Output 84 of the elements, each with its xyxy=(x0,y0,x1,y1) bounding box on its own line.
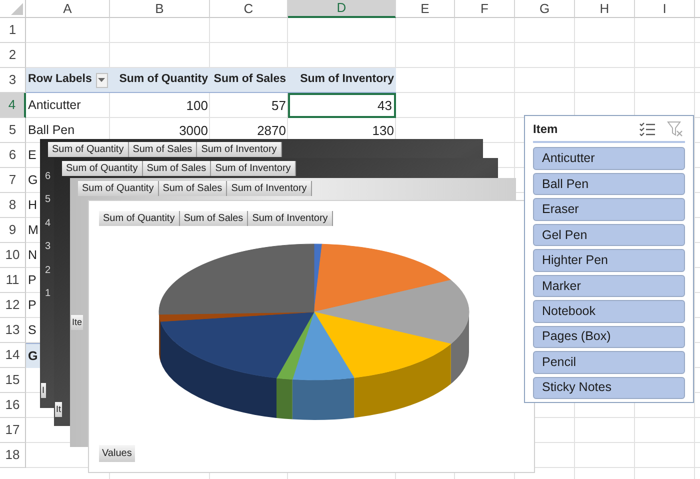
field-button[interactable]: Sum of Sales xyxy=(180,211,248,226)
field-button[interactable]: Sum of Inventory xyxy=(227,181,312,196)
slicer-item[interactable]: Ball Pen xyxy=(533,172,685,196)
column-header: D xyxy=(288,0,396,18)
slicer-item[interactable]: Marker xyxy=(533,274,685,298)
row-number: 2 xyxy=(0,43,26,68)
row-number: 16 xyxy=(0,393,26,418)
row-number: 17 xyxy=(0,418,26,443)
caret-icon xyxy=(98,78,106,82)
column-header: C xyxy=(210,0,288,18)
column-header: G xyxy=(515,0,575,18)
row-label: P xyxy=(27,272,38,290)
field-button[interactable]: Ite xyxy=(71,315,84,330)
field-button[interactable]: Sum of Sales xyxy=(128,142,198,157)
axis-label: 3 xyxy=(45,241,51,254)
field-button[interactable]: Sum of Quantity xyxy=(78,181,159,196)
row-label: Anticutter xyxy=(27,97,82,114)
field-button[interactable]: Sum of Quantity xyxy=(48,142,129,157)
slicer-item[interactable]: Gel Pen xyxy=(533,224,685,246)
row-number: 6 xyxy=(0,143,26,168)
row-number: 1 xyxy=(0,18,26,43)
column-header: B xyxy=(110,0,210,18)
field-button[interactable]: I xyxy=(41,383,46,398)
table-cell-text: 130 xyxy=(371,122,395,140)
row-number: 12 xyxy=(0,293,26,318)
row-number: 18 xyxy=(0,443,26,468)
filter-dropdown[interactable] xyxy=(96,72,108,88)
row-label: Ball Pen xyxy=(27,122,76,140)
axis-label: 2 xyxy=(45,264,51,277)
row-label: M xyxy=(27,222,40,240)
row-number: 13 xyxy=(0,318,26,343)
column-header: A xyxy=(26,0,110,18)
slicer-item[interactable]: Pencil xyxy=(533,351,685,374)
slicer-item[interactable]: Eraser xyxy=(533,198,685,221)
row-number: 15 xyxy=(0,368,26,393)
row-label: S xyxy=(27,322,38,340)
field-button[interactable]: Sum of Inventory xyxy=(248,211,333,226)
row-number: 4 xyxy=(0,93,26,118)
row-number: 7 xyxy=(0,168,26,193)
column-heading: Sum of Inventory xyxy=(288,68,396,93)
row-label: H xyxy=(27,197,38,214)
column-header: I xyxy=(635,0,695,18)
row-number: 9 xyxy=(0,218,26,243)
row-number: 11 xyxy=(0,268,26,293)
row-label: G xyxy=(26,343,40,368)
slicer-item[interactable]: Highter Pen xyxy=(533,249,685,272)
field-button[interactable]: Sum of Sales xyxy=(158,181,228,196)
slicer-item[interactable]: Notebook xyxy=(533,300,685,323)
row-number: 3 xyxy=(0,68,26,93)
axis-label: 5 xyxy=(45,194,51,206)
column-heading: Sum of Sales xyxy=(210,68,288,93)
field-button[interactable]: Values xyxy=(99,445,135,462)
column-header: E xyxy=(396,0,455,18)
axis-label: 4 xyxy=(45,218,51,230)
column-header: H xyxy=(575,0,635,18)
column-heading: Sum of Quantity xyxy=(110,68,210,93)
column-heading: Row Labels xyxy=(28,72,92,88)
slicer-item[interactable]: Pages (Box) xyxy=(533,326,685,348)
field-button[interactable]: Sum of Inventory xyxy=(197,142,282,157)
slicer-title: Item xyxy=(533,120,559,138)
axis-label: 1 xyxy=(45,288,51,300)
column-header: F xyxy=(455,0,515,18)
row-number: 10 xyxy=(0,243,26,268)
table-cell-text: 3000 xyxy=(178,122,209,140)
slicer-item[interactable]: Anticutter xyxy=(533,147,685,170)
table-cell-text: 57 xyxy=(270,96,287,115)
slicer-item[interactable]: Sticky Notes xyxy=(533,376,685,400)
field-button[interactable]: Sum of Inventory xyxy=(211,161,296,176)
row-label: N xyxy=(27,247,38,264)
field-button[interactable]: Sum of Quantity xyxy=(99,211,180,226)
row-number: 5 xyxy=(0,118,26,143)
table-cell-text: 100 xyxy=(185,96,209,115)
row-label: G xyxy=(27,172,39,190)
field-button[interactable]: Sum of Sales xyxy=(142,161,212,176)
field-button[interactable]: It xyxy=(55,402,62,417)
row-label: P xyxy=(27,297,38,314)
table-cell-text: 2870 xyxy=(256,122,287,140)
axis-label: 6 xyxy=(45,171,51,183)
row-label: E xyxy=(27,147,38,164)
field-button[interactable]: Sum of Quantity xyxy=(62,161,143,176)
row-number: 14 xyxy=(0,343,26,368)
multi-select-icon[interactable] xyxy=(639,122,655,136)
table-cell: 43 xyxy=(288,93,396,118)
row-number: 8 xyxy=(0,193,26,218)
